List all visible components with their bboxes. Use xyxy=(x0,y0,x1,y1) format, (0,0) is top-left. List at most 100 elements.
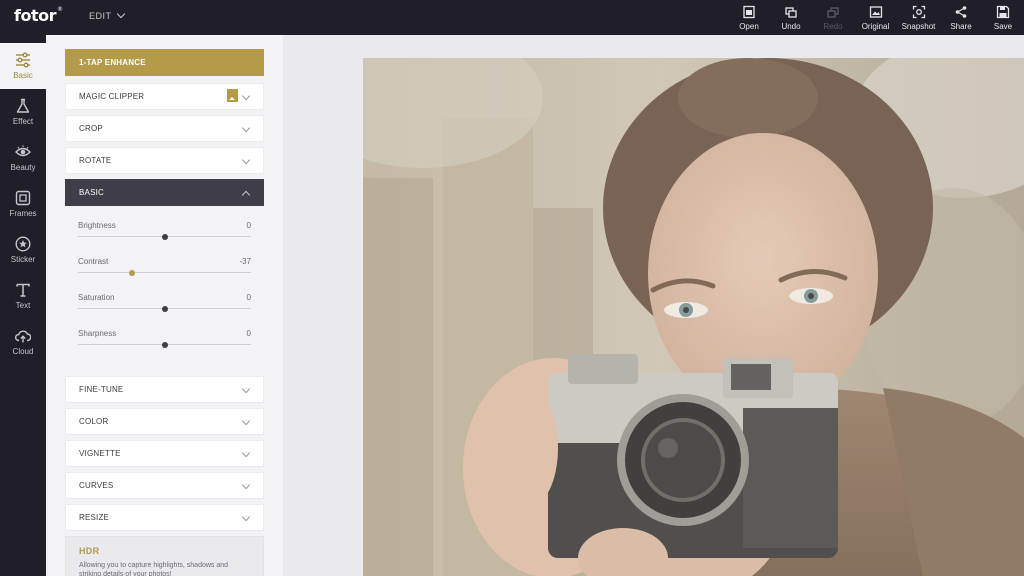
undo-label: Undo xyxy=(781,21,801,31)
brightness-slider[interactable] xyxy=(78,233,251,240)
category-sidebar: Basic Effect Beauty Frames Sticker Text … xyxy=(0,35,46,576)
enhance-label: 1-TAP ENHANCE xyxy=(79,58,146,67)
share-icon xyxy=(954,5,968,19)
frame-icon xyxy=(15,190,31,206)
section-label: COLOR xyxy=(79,417,109,426)
section-crop[interactable]: CROP xyxy=(65,115,264,142)
sidebar-label-effect: Effect xyxy=(12,117,34,126)
one-tap-enhance-button[interactable]: 1-TAP ENHANCE xyxy=(65,49,264,76)
section-label: CURVES xyxy=(79,481,114,490)
redo-button[interactable]: Redo xyxy=(812,0,854,35)
photo-image xyxy=(363,58,1024,576)
sharpness-slider-thumb[interactable] xyxy=(161,341,168,348)
sharpness-label: Sharpness xyxy=(78,329,117,338)
eye-icon xyxy=(15,145,31,157)
snapshot-label: Snapshot xyxy=(901,21,936,31)
sidebar-item-text[interactable]: Text xyxy=(0,273,46,319)
sidebar-item-beauty[interactable]: Beauty xyxy=(0,135,46,181)
brightness-label: Brightness xyxy=(78,221,116,230)
chevron-down-icon xyxy=(241,155,251,165)
editor-canvas[interactable] xyxy=(283,35,1024,576)
section-vignette[interactable]: VIGNETTE xyxy=(65,440,264,467)
brightness-value: 0 xyxy=(246,221,251,230)
hdr-description: Allowing you to capture highlights, shad… xyxy=(79,562,229,576)
edit-menu-label: EDIT xyxy=(89,11,112,21)
save-icon xyxy=(996,5,1010,19)
sidebar-label-beauty: Beauty xyxy=(10,163,36,172)
open-icon xyxy=(742,5,756,19)
open-button[interactable]: Open xyxy=(728,0,770,35)
fotor-logo[interactable]: fotor® xyxy=(14,6,63,25)
share-button[interactable]: Share xyxy=(940,0,982,35)
top-bar: fotor® EDIT Open Undo Redo Original Snap… xyxy=(0,0,1024,35)
sidebar-label-sticker: Sticker xyxy=(10,255,36,264)
text-icon xyxy=(16,283,30,297)
sidebar-label-cloud: Cloud xyxy=(12,347,34,356)
sharpness-slider[interactable] xyxy=(78,341,251,348)
section-label: FINE-TUNE xyxy=(79,385,124,394)
cloud-upload-icon xyxy=(15,330,31,343)
sidebar-label-frames: Frames xyxy=(9,209,37,218)
sharpness-value: 0 xyxy=(246,329,251,338)
undo-button[interactable]: Undo xyxy=(770,0,812,35)
snapshot-icon xyxy=(912,5,926,19)
section-magic-clipper[interactable]: MAGIC CLIPPER xyxy=(65,83,264,110)
sidebar-item-frames[interactable]: Frames xyxy=(0,181,46,227)
brightness-slider-thumb[interactable] xyxy=(161,233,168,240)
section-resize[interactable]: RESIZE xyxy=(65,504,264,531)
undo-icon xyxy=(784,5,798,19)
original-label: Original xyxy=(861,21,890,31)
saturation-slider-thumb[interactable] xyxy=(161,305,168,312)
section-color[interactable]: COLOR xyxy=(65,408,264,435)
hdr-promo-card[interactable]: HDR Allowing you to capture highlights, … xyxy=(65,536,264,576)
section-curves[interactable]: CURVES xyxy=(65,472,264,499)
section-basic[interactable]: BASIC xyxy=(65,179,264,206)
save-button[interactable]: Save xyxy=(982,0,1024,35)
section-label: VIGNETTE xyxy=(79,449,121,458)
open-label: Open xyxy=(739,21,759,31)
contrast-slider-thumb[interactable] xyxy=(129,269,136,276)
section-fine-tune[interactable]: FINE-TUNE xyxy=(65,376,264,403)
contrast-slider[interactable] xyxy=(78,269,251,276)
chevron-down-icon xyxy=(241,91,251,101)
flask-icon xyxy=(16,98,30,113)
hdr-title: HDR xyxy=(79,546,100,556)
snapshot-button[interactable]: Snapshot xyxy=(897,0,940,35)
sliders-icon xyxy=(16,52,30,68)
chevron-up-icon xyxy=(241,190,251,200)
edit-menu[interactable]: EDIT xyxy=(89,9,125,21)
star-icon xyxy=(15,236,31,252)
saturation-slider[interactable] xyxy=(78,305,251,312)
section-label: ROTATE xyxy=(79,156,112,165)
contrast-label: Contrast xyxy=(78,257,109,266)
sidebar-label-basic: Basic xyxy=(13,71,33,80)
chevron-down-icon xyxy=(241,480,251,490)
chevron-down-icon xyxy=(241,384,251,394)
section-rotate[interactable]: ROTATE xyxy=(65,147,264,174)
sidebar-label-text: Text xyxy=(15,301,31,310)
sidebar-item-cloud[interactable]: Cloud xyxy=(0,319,46,365)
share-label: Share xyxy=(950,21,972,31)
section-label: CROP xyxy=(79,124,103,133)
registered-mark: ® xyxy=(56,6,63,13)
section-label: RESIZE xyxy=(79,513,110,522)
tools-panel: 1-TAP ENHANCE MAGIC CLIPPER CROP ROTATE … xyxy=(46,35,283,576)
chevron-down-icon xyxy=(241,448,251,458)
sidebar-item-basic[interactable]: Basic xyxy=(0,43,46,89)
redo-label: Redo xyxy=(823,21,843,31)
toolbar: Open Undo Redo Original Snapshot Share S… xyxy=(728,0,1024,35)
chevron-down-icon xyxy=(116,9,125,19)
chevron-down-icon xyxy=(241,512,251,522)
section-label: MAGIC CLIPPER xyxy=(79,92,145,101)
sidebar-item-sticker[interactable]: Sticker xyxy=(0,227,46,273)
chevron-down-icon xyxy=(241,123,251,133)
original-button[interactable]: Original xyxy=(854,0,897,35)
save-label: Save xyxy=(993,21,1013,31)
saturation-label: Saturation xyxy=(78,293,115,302)
logo-text: fotor xyxy=(14,6,56,25)
original-icon xyxy=(869,5,883,19)
bookmark-icon xyxy=(227,89,238,102)
photo-preview[interactable] xyxy=(363,58,1024,576)
sidebar-item-effect[interactable]: Effect xyxy=(0,89,46,135)
contrast-value: -37 xyxy=(239,257,251,266)
